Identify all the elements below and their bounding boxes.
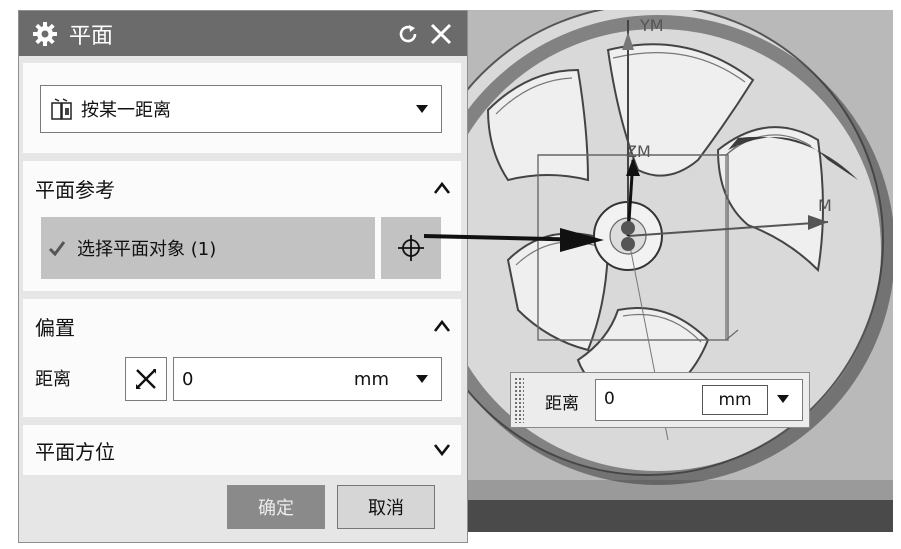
plane-dialog: 平面 按某一距离 平面参考 选择平面对象 (1) 偏置 距离 0 mm 平面方位… (18, 10, 468, 543)
check-icon (48, 241, 66, 257)
axis-label-x: M (818, 196, 832, 215)
offset-title: 偏置 (35, 315, 75, 340)
select-plane-object[interactable]: 选择平面对象 (1) (41, 217, 375, 279)
distance-label: 距离 (35, 369, 71, 390)
axis-label-z: ZM (626, 142, 651, 161)
distance-field[interactable]: 0 mm (173, 357, 442, 401)
collapse-up-icon (433, 319, 451, 332)
floating-distance-value: 0 (604, 389, 615, 409)
type-panel: 按某一距离 (23, 63, 461, 153)
distance-unit: mm (353, 368, 389, 390)
plane-reference-title: 平面参考 (35, 177, 115, 202)
axis-label-y: YM (640, 16, 664, 35)
floating-unit-box[interactable]: mm (702, 385, 768, 415)
crosshair-select-button[interactable] (381, 217, 441, 279)
dialog-title: 平面 (69, 23, 114, 49)
reverse-direction-button[interactable] (125, 357, 167, 401)
chevron-down-icon[interactable] (415, 374, 429, 384)
cancel-button[interactable]: 取消 (337, 485, 435, 529)
gear-icon[interactable] (31, 20, 59, 48)
plane-orientation-title: 平面方位 (35, 439, 115, 464)
plane-distance-icon (51, 98, 72, 120)
plane-type-value: 按某一距离 (81, 100, 171, 121)
crosshair-icon (398, 235, 424, 261)
floating-distance-label: 距离 (545, 394, 579, 414)
offset-header[interactable]: 偏置 (35, 309, 451, 343)
floating-distance-field[interactable]: 0 mm (595, 379, 803, 421)
ok-button[interactable]: 确定 (227, 485, 325, 529)
floating-distance-box[interactable]: 距离 0 mm (510, 372, 810, 428)
close-icon[interactable] (429, 22, 453, 46)
drag-handle[interactable] (514, 377, 524, 423)
part-model (468, 10, 893, 532)
graphics-viewport[interactable]: YM ZM M (468, 10, 893, 532)
collapse-up-icon (433, 181, 451, 194)
dialog-titlebar: 平面 (19, 11, 467, 56)
offset-panel: 偏置 距离 0 mm (23, 299, 461, 417)
plane-reference-header[interactable]: 平面参考 (35, 171, 451, 205)
plane-reference-panel: 平面参考 选择平面对象 (1) (23, 161, 461, 291)
chevron-down-icon (416, 105, 428, 113)
plane-orientation-header[interactable]: 平面方位 (35, 433, 451, 467)
plane-orientation-panel: 平面方位 (23, 425, 461, 475)
reverse-direction-icon (136, 369, 156, 389)
select-plane-object-label: 选择平面对象 (1) (77, 239, 217, 260)
chevron-down-icon[interactable] (776, 394, 790, 404)
distance-value: 0 (182, 368, 194, 390)
plane-type-dropdown[interactable]: 按某一距离 (40, 85, 442, 133)
expand-down-icon (433, 444, 451, 457)
reset-icon[interactable] (395, 21, 421, 47)
